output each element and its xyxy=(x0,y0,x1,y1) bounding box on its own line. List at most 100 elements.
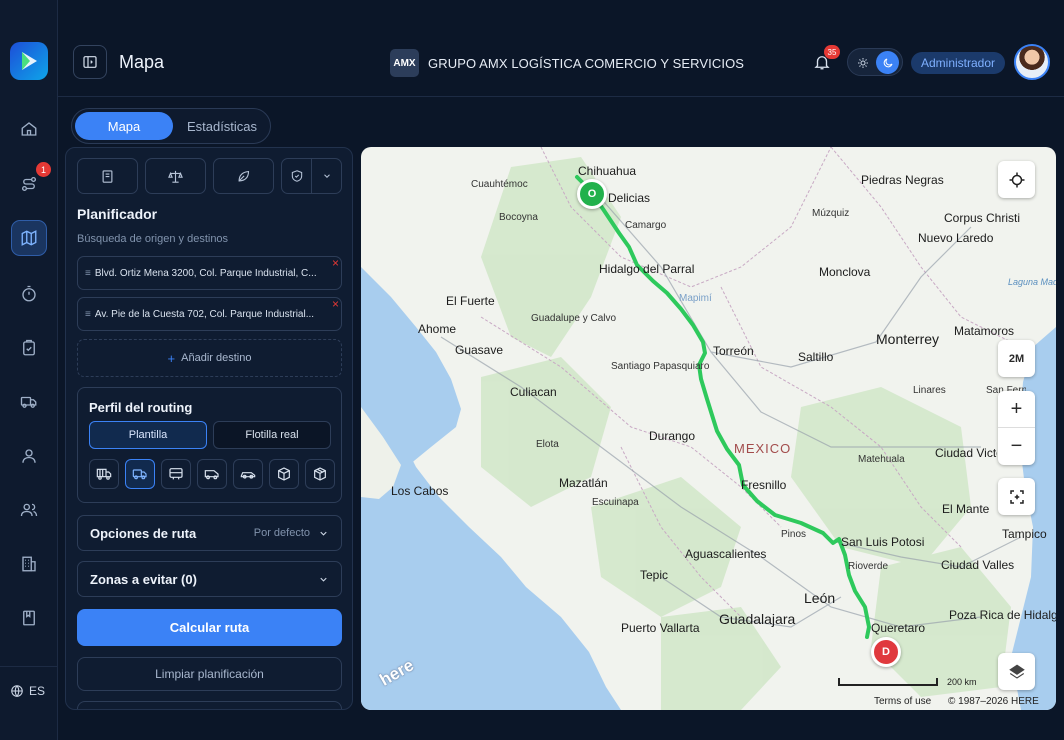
sidebar-item-tasks[interactable] xyxy=(11,330,47,366)
layers-button[interactable] xyxy=(998,653,1035,690)
city-label: Monterrey xyxy=(876,331,940,347)
copyright-text: © 1987–2026 HERE xyxy=(948,696,1039,707)
sidebar-divider xyxy=(0,666,58,667)
avoid-zones-accordion[interactable]: Zonas a evitar (0) xyxy=(77,561,342,597)
template-option[interactable]: Plantilla xyxy=(89,421,207,449)
language-selector[interactable]: ES xyxy=(10,684,45,698)
remove-origin-icon[interactable]: × xyxy=(332,256,339,270)
scale-toggle-button[interactable]: 2M xyxy=(998,340,1035,377)
city-label: Saltillo xyxy=(798,350,834,364)
tab-map[interactable]: Mapa xyxy=(75,112,173,140)
map-icon xyxy=(21,230,37,246)
app-logo[interactable] xyxy=(10,42,48,80)
vehicle-bus[interactable] xyxy=(161,459,191,489)
scale-bar xyxy=(838,678,938,686)
vehicle-truck[interactable] xyxy=(125,459,155,489)
book-icon xyxy=(23,610,35,626)
vehicle-car[interactable] xyxy=(233,459,263,489)
add-destination-button[interactable]: + Añadir destino xyxy=(77,339,342,377)
city-label: Tepic xyxy=(640,568,669,582)
terms-link[interactable]: Terms of use xyxy=(874,696,931,707)
fit-bounds-button[interactable] xyxy=(998,478,1035,515)
origin-marker[interactable]: O xyxy=(577,179,607,209)
stopwatch-icon xyxy=(22,285,36,302)
city-label: Pinos xyxy=(781,529,807,540)
plus-icon: + xyxy=(167,350,176,366)
theme-toggle[interactable] xyxy=(847,48,903,76)
add-destination-label: Añadir destino xyxy=(181,352,252,364)
planner-toolbar xyxy=(77,158,342,194)
route-options-value: Por defecto xyxy=(253,527,310,539)
city-label: Aguascalientes xyxy=(685,547,767,561)
page-title: Mapa xyxy=(119,52,165,72)
users-icon xyxy=(20,503,38,517)
sidebar-item-timer[interactable] xyxy=(11,276,47,312)
planner-title: Planificador xyxy=(77,206,158,222)
city-label: Guadalajara xyxy=(719,611,796,627)
city-label: Camargo xyxy=(625,220,667,231)
restrictions-dropdown[interactable] xyxy=(281,158,342,194)
city-label: Matehuala xyxy=(858,454,905,465)
city-label: Linares xyxy=(913,385,946,396)
compare-button[interactable] xyxy=(145,158,206,194)
city-label: Ciudad Victoria xyxy=(935,446,997,460)
home-icon xyxy=(21,122,37,136)
user-avatar[interactable] xyxy=(1014,44,1050,80)
sidebar-item-book[interactable] xyxy=(11,600,47,636)
sidebar-item-users[interactable] xyxy=(11,492,47,528)
city-label: Santiago Papasquiaro xyxy=(611,361,710,372)
route-options-label: Opciones de ruta xyxy=(90,525,197,541)
zoom-out-button[interactable]: − xyxy=(998,428,1035,465)
scale-toggle-label: 2M xyxy=(1008,352,1025,365)
real-fleet-option[interactable]: Flotilla real xyxy=(213,421,331,449)
building-icon xyxy=(22,556,36,572)
zoom-controls: + − xyxy=(998,391,1035,465)
locate-button[interactable] xyxy=(998,161,1035,198)
sidebar-item-home[interactable] xyxy=(11,111,47,147)
city-label: Nuevo Laredo xyxy=(918,231,994,245)
calculate-route-button[interactable]: Calcular ruta xyxy=(77,609,342,646)
vehicle-package[interactable] xyxy=(305,459,335,489)
country-label: MEXICO xyxy=(734,441,792,456)
city-label: Rioverde xyxy=(848,561,889,572)
notifications-button[interactable]: 35 xyxy=(810,45,840,74)
destination-field[interactable]: ≡ Av. Pie de la Cuesta 702, Col. Parque … xyxy=(77,297,342,331)
role-badge[interactable]: Administrador xyxy=(911,52,1006,74)
chevron-down-icon xyxy=(320,577,327,582)
sidebar-item-fleet[interactable] xyxy=(11,384,47,420)
city-label: Los Cabos xyxy=(391,484,449,498)
city-label: Torreón xyxy=(713,344,754,358)
sidebar-item-map[interactable] xyxy=(11,220,47,256)
routes-badge: 1 xyxy=(36,162,51,177)
routing-profile-card: Perfil del routing Plantilla Flotilla re… xyxy=(77,387,342,503)
sidebar-item-routes[interactable]: 1 xyxy=(11,162,51,202)
city-label: León xyxy=(804,590,836,606)
vehicle-box[interactable] xyxy=(269,459,299,489)
city-label: Poza Rica de Hidalgo xyxy=(949,608,1056,622)
drag-handle-icon[interactable]: ≡ xyxy=(85,268,91,279)
origin-field[interactable]: ≡ Blvd. Ortiz Mena 3200, Col. Parque Ind… xyxy=(77,256,342,290)
eco-button[interactable] xyxy=(213,158,274,194)
route-options-accordion[interactable]: Opciones de ruta Por defecto xyxy=(77,515,342,551)
scale-label: 200 km xyxy=(947,677,977,687)
destination-marker[interactable]: D xyxy=(871,637,901,667)
vehicle-heavy-truck[interactable] xyxy=(89,459,119,489)
route-map[interactable]: Chihuahua Cuauhtémoc Delicias Bocoyna Ca… xyxy=(361,147,1056,710)
city-label: Durango xyxy=(649,429,696,443)
saved-routes-button[interactable] xyxy=(77,158,138,194)
zoom-in-button[interactable]: + xyxy=(998,391,1035,428)
city-label: El Fuerte xyxy=(446,294,495,308)
vehicle-van[interactable] xyxy=(197,459,227,489)
clear-planning-button[interactable]: Limpiar planificación xyxy=(77,657,342,691)
sidebar-toggle-button[interactable] xyxy=(73,45,107,79)
sidebar-item-buildings[interactable] xyxy=(11,546,47,582)
truck-icon xyxy=(132,469,147,480)
company-logo: AMX xyxy=(390,49,419,77)
crosshair-icon xyxy=(1009,172,1024,187)
drag-handle-icon[interactable]: ≡ xyxy=(85,309,91,320)
remove-destination-icon[interactable]: × xyxy=(332,297,339,311)
city-label: Culiacan xyxy=(510,385,557,399)
tab-statistics[interactable]: Estadísticas xyxy=(176,112,268,140)
package-icon xyxy=(314,467,326,481)
sidebar-item-user[interactable] xyxy=(11,438,47,474)
